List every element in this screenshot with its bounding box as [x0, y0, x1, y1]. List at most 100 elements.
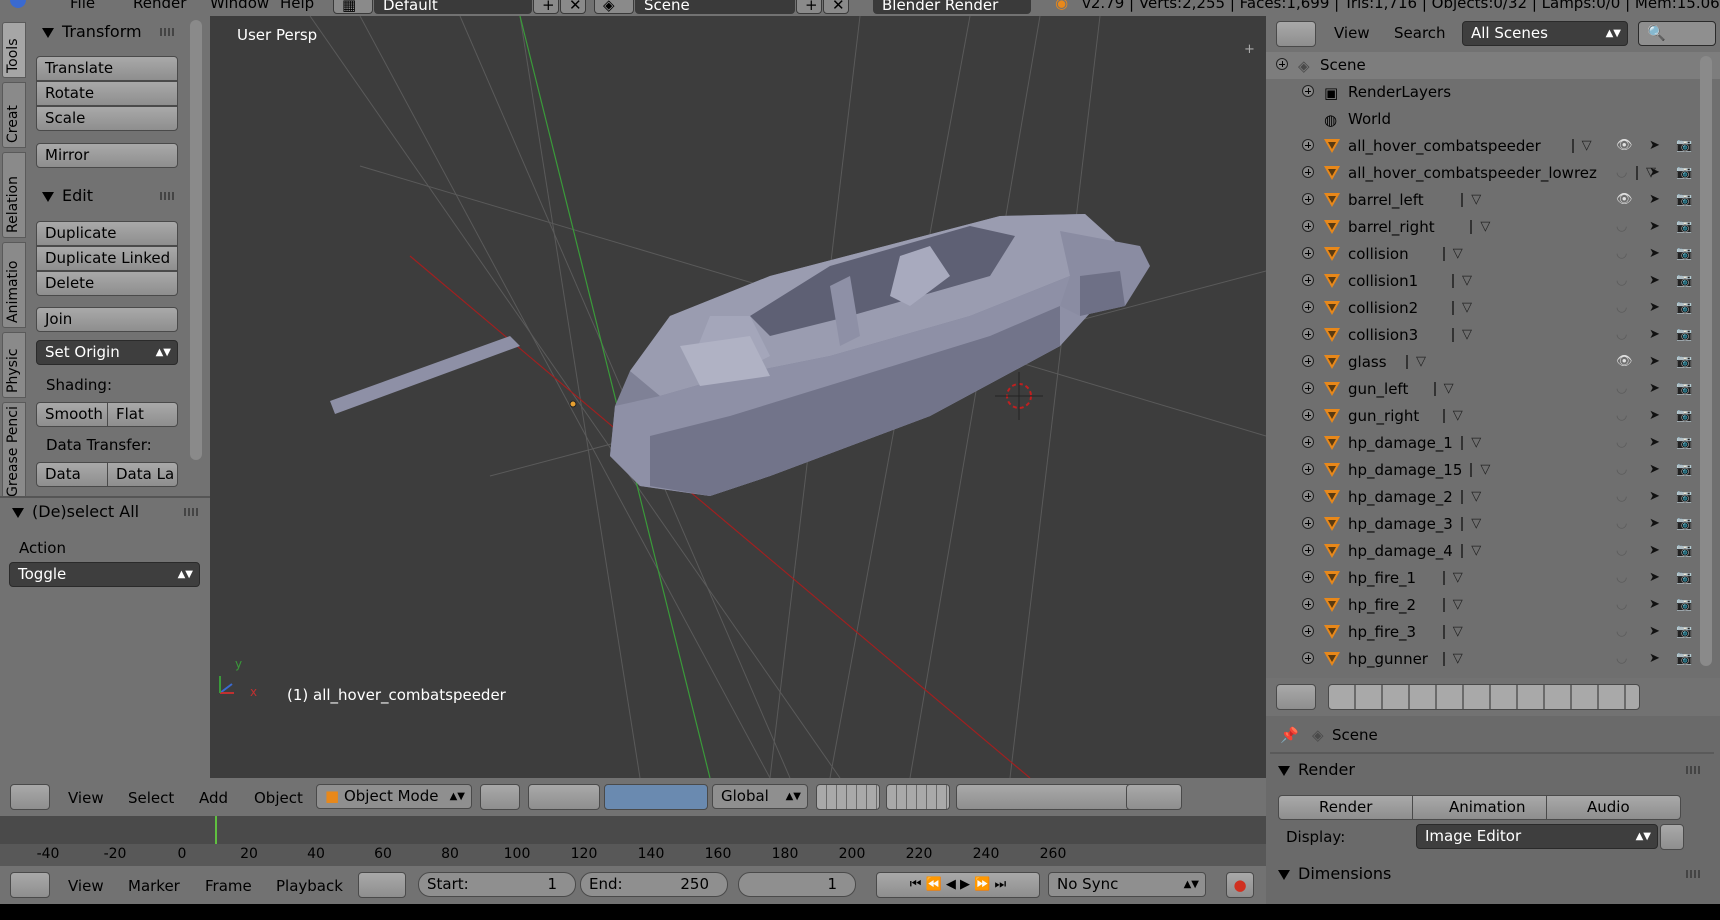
render-camera-icon[interactable]: 📷: [1676, 192, 1692, 207]
edit-panel-header[interactable]: Edit: [42, 186, 93, 205]
selectable-arrow-icon[interactable]: ➤: [1649, 246, 1660, 261]
remove-layout-icon[interactable]: ✕: [560, 0, 586, 14]
tl-menu-view[interactable]: View: [68, 877, 104, 895]
sync-dropdown[interactable]: No Sync ▲▼: [1048, 872, 1206, 897]
flat-button[interactable]: Flat: [107, 402, 178, 427]
panel-grip-icon[interactable]: [160, 192, 176, 200]
render-camera-icon[interactable]: 📷: [1676, 246, 1692, 261]
selectable-arrow-icon[interactable]: ➤: [1649, 570, 1660, 585]
selectable-arrow-icon[interactable]: ➤: [1649, 543, 1660, 558]
outliner-filter-dropdown[interactable]: All Scenes ▲▼: [1462, 21, 1628, 46]
collapse-icon[interactable]: [1276, 58, 1288, 70]
menu-select[interactable]: Select: [128, 789, 174, 807]
menu-object[interactable]: Object: [254, 789, 303, 807]
render-camera-icon[interactable]: 📷: [1676, 381, 1692, 396]
selectable-arrow-icon[interactable]: ➤: [1649, 219, 1660, 234]
layer-grid-1[interactable]: [816, 784, 880, 810]
deselect-all-header[interactable]: (De)select All: [12, 502, 139, 521]
current-frame-field[interactable]: 1: [738, 872, 856, 897]
selectable-arrow-icon[interactable]: ➤: [1649, 597, 1660, 612]
outliner-row-object[interactable]: hp_damage_1 ▽ ◡ ➤ 📷: [1266, 430, 1720, 457]
outliner-row-object[interactable]: collision2 ▽ ◡ ➤ 📷: [1266, 295, 1720, 322]
tab-relations[interactable]: Relation: [2, 152, 26, 238]
outliner-editor-icon[interactable]: [1276, 21, 1316, 47]
mirror-button[interactable]: Mirror: [36, 143, 178, 168]
outliner-row-object[interactable]: hp_damage_2 ▽ ◡ ➤ 📷: [1266, 484, 1720, 511]
translate-button[interactable]: Translate: [36, 56, 178, 81]
visibility-eye-icon[interactable]: ◡: [1616, 570, 1627, 585]
selectable-arrow-icon[interactable]: ➤: [1649, 165, 1660, 180]
render-camera-icon[interactable]: 📷: [1676, 543, 1692, 558]
visibility-eye-icon[interactable]: 👁: [1616, 192, 1633, 207]
menu-add[interactable]: Add: [199, 789, 228, 807]
expand-icon[interactable]: [1302, 463, 1314, 475]
keying-icons[interactable]: [358, 872, 406, 898]
selectable-arrow-icon[interactable]: ➤: [1649, 435, 1660, 450]
selectable-arrow-icon[interactable]: ➤: [1649, 381, 1660, 396]
dimensions-panel-header[interactable]: Dimensions: [1278, 864, 1391, 883]
shading-mode-icon[interactable]: [480, 784, 520, 810]
render-camera-icon[interactable]: 📷: [1676, 516, 1692, 531]
menu-view[interactable]: View: [68, 789, 104, 807]
expand-icon[interactable]: [1302, 544, 1314, 556]
tl-menu-playback[interactable]: Playback: [276, 877, 343, 895]
duplicate-linked-button[interactable]: Duplicate Linked: [36, 246, 178, 271]
expand-icon[interactable]: [1302, 571, 1314, 583]
properties-context-tabs[interactable]: [1328, 684, 1640, 710]
menu-help[interactable]: Help: [280, 0, 314, 12]
outliner-menu-search[interactable]: Search: [1394, 24, 1446, 42]
remove-scene-icon[interactable]: ✕: [823, 0, 849, 14]
visibility-eye-icon[interactable]: ◡: [1616, 165, 1627, 180]
panel-grip-icon[interactable]: [1686, 870, 1702, 878]
selectable-arrow-icon[interactable]: ➤: [1649, 273, 1660, 288]
editor-type-icon[interactable]: [10, 784, 50, 810]
render-camera-icon[interactable]: 📷: [1676, 327, 1692, 342]
render-camera-icon[interactable]: 📷: [1676, 624, 1692, 639]
selectable-arrow-icon[interactable]: ➤: [1649, 624, 1660, 639]
panel-grip-icon[interactable]: [184, 508, 200, 516]
display-dropdown[interactable]: Image Editor ▲▼: [1416, 824, 1658, 849]
render-camera-icon[interactable]: 📷: [1676, 138, 1692, 153]
tab-tools[interactable]: Tools: [2, 22, 26, 78]
plus-icon[interactable]: +: [1244, 42, 1255, 57]
add-layout-icon[interactable]: +: [533, 0, 559, 14]
render-engine-select[interactable]: Blender Render: [873, 0, 1031, 14]
visibility-eye-icon[interactable]: 👁: [1616, 138, 1633, 153]
expand-icon[interactable]: [1302, 166, 1314, 178]
outliner-row-object[interactable]: hp_damage_15 ▽ ◡ ➤ 📷: [1266, 457, 1720, 484]
outliner-row-object[interactable]: hp_damage_4 ▽ ◡ ➤ 📷: [1266, 538, 1720, 565]
info-icon[interactable]: [10, 0, 26, 8]
expand-icon[interactable]: [1302, 625, 1314, 637]
outliner-row-object[interactable]: collision ▽ ◡ ➤ 📷: [1266, 241, 1720, 268]
expand-icon[interactable]: [1302, 274, 1314, 286]
delete-button[interactable]: Delete: [36, 271, 178, 296]
action-dropdown[interactable]: Toggle ▲▼: [9, 562, 200, 587]
add-scene-icon[interactable]: +: [796, 0, 822, 14]
properties-editor-icon[interactable]: [1276, 684, 1316, 710]
manipulator-icons[interactable]: [604, 784, 708, 810]
expand-icon[interactable]: [1302, 247, 1314, 259]
visibility-eye-icon[interactable]: ◡: [1616, 435, 1627, 450]
start-frame-field[interactable]: Start: 1: [418, 872, 576, 897]
tab-grease-pencil[interactable]: Grease Penci: [2, 402, 26, 502]
render-camera-icon[interactable]: 📷: [1676, 489, 1692, 504]
tab-animation[interactable]: Animatio: [2, 242, 26, 328]
render-camera-icon[interactable]: 📷: [1676, 273, 1692, 288]
selectable-arrow-icon[interactable]: ➤: [1649, 327, 1660, 342]
pivot-snap-icons[interactable]: [528, 784, 600, 810]
transform-panel-header[interactable]: Transform: [42, 22, 142, 41]
panel-grip-icon[interactable]: [160, 28, 176, 36]
render-camera-icon[interactable]: 📷: [1676, 354, 1692, 369]
tab-create[interactable]: Creat: [2, 82, 26, 148]
outliner-row-object[interactable]: barrel_left ▽ 👁 ➤ 📷: [1266, 187, 1720, 214]
panel-grip-icon[interactable]: [1686, 766, 1702, 774]
outliner-row-object[interactable]: collision1 ▽ ◡ ➤ 📷: [1266, 268, 1720, 295]
outliner-row-object[interactable]: collision3 ▽ ◡ ➤ 📷: [1266, 322, 1720, 349]
window-icon[interactable]: [1660, 824, 1684, 850]
render-preview-icons[interactable]: [1126, 784, 1182, 810]
outliner-menu-view[interactable]: View: [1334, 24, 1370, 42]
expand-icon[interactable]: [1302, 328, 1314, 340]
visibility-eye-icon[interactable]: ◡: [1616, 327, 1627, 342]
outliner-row-object[interactable]: all_hover_combatspeeder ▽ 👁 ➤ 📷: [1266, 133, 1720, 160]
tl-menu-frame[interactable]: Frame: [205, 877, 252, 895]
